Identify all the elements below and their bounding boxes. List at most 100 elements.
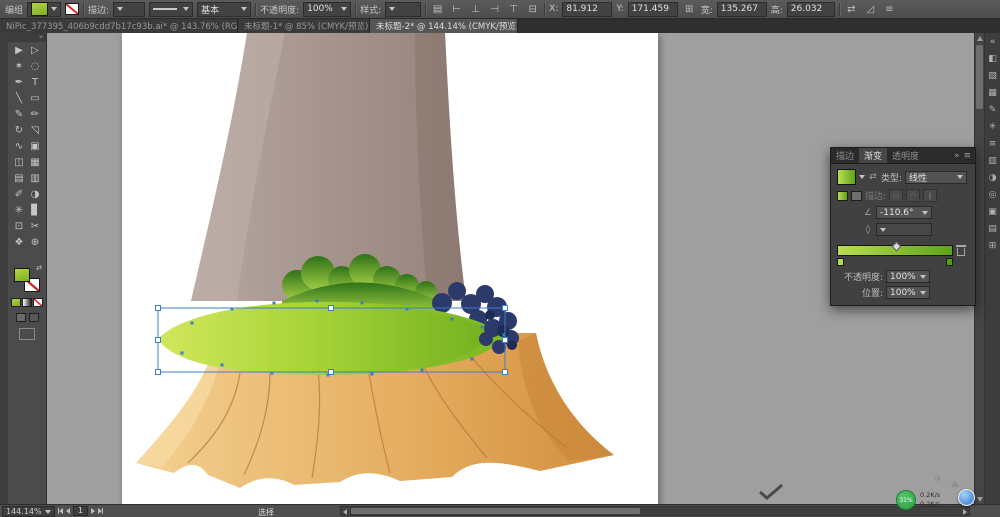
gradient-tool[interactable]: ▥	[27, 170, 43, 186]
reverse-gradient-icon[interactable]: ⇄	[868, 172, 878, 182]
brushes-panel-icon[interactable]: ✎	[989, 105, 997, 115]
line-segment-tool[interactable]: ╲	[11, 90, 27, 106]
stroke-color-swatch[interactable]	[65, 3, 80, 15]
scroll-left-icon[interactable]	[343, 509, 347, 515]
gradient-stroke-toggle[interactable]	[851, 190, 862, 201]
y-field[interactable]: 171.459	[627, 1, 678, 17]
distribute-icon[interactable]: ⊟	[525, 2, 540, 17]
previous-artboard-button[interactable]	[66, 508, 70, 514]
aspect-ratio-field[interactable]	[876, 223, 932, 236]
gradient-ramp[interactable]	[837, 241, 953, 256]
zoom-tool[interactable]: ⊕	[27, 234, 43, 250]
free-transform-tool[interactable]: ▣	[27, 138, 43, 154]
rectangle-tool[interactable]: ▭	[27, 90, 43, 106]
rotate-tool[interactable]: ↻	[11, 122, 27, 138]
document-setup-icon[interactable]: ▤	[430, 2, 445, 17]
gradient-fill-toggle[interactable]	[837, 190, 848, 201]
brush-definition-select[interactable]: 基本	[197, 1, 252, 17]
horizontal-scroll-thumb[interactable]	[351, 508, 640, 514]
align-right-icon[interactable]: ⊣	[487, 2, 502, 17]
gradient-location-field[interactable]: 100%	[886, 286, 930, 299]
paintbrush-tool[interactable]: ✎	[11, 106, 27, 122]
gradient-within-stroke-icon[interactable]: ▭	[889, 189, 904, 202]
next-artboard-button[interactable]	[91, 508, 96, 514]
artboard-number-field[interactable]: 1	[73, 506, 89, 516]
document-tab-3[interactable]: 未标题-2* @ 144.14% (CMYK/预览)×	[370, 19, 518, 33]
pencil-tool[interactable]: ✏	[27, 106, 43, 122]
gradient-type-select[interactable]: 线性	[905, 170, 968, 184]
hand-tool[interactable]: ❖	[11, 234, 27, 250]
column-graph-tool[interactable]: ▊	[27, 202, 43, 218]
scroll-up-icon[interactable]	[977, 36, 983, 41]
selection-tool[interactable]: ▶	[11, 42, 27, 58]
gradient-fill-swatch[interactable]	[837, 169, 856, 185]
last-artboard-button[interactable]	[98, 508, 104, 514]
progress-circle[interactable]: 31%	[896, 490, 916, 510]
delete-stop-icon[interactable]	[956, 245, 966, 256]
swap-fill-stroke-icon[interactable]: ⇄	[36, 264, 42, 272]
mesh-tool[interactable]: ▤	[11, 170, 27, 186]
constrain-proportions-icon[interactable]: ⊞	[682, 2, 697, 17]
pen-tool[interactable]: ✒	[11, 74, 27, 90]
magic-wand-tool[interactable]: ✶	[11, 58, 27, 74]
artboard-tool[interactable]: ⊡	[11, 218, 27, 234]
layers-panel-icon[interactable]: ▤	[988, 224, 997, 234]
align-center-icon[interactable]: ⊥	[468, 2, 483, 17]
float-ball-icon[interactable]	[958, 489, 975, 506]
fill-indicator[interactable]	[14, 268, 30, 282]
gradient-panel-icon[interactable]: ▥	[988, 156, 997, 166]
document-tab-2[interactable]: 未标题-1* @ 85% (CMYK/预览)×	[238, 19, 370, 33]
zoom-select[interactable]: 144.14%	[2, 506, 55, 517]
first-artboard-button[interactable]	[58, 508, 63, 514]
symbol-sprayer-tool[interactable]: ✳	[11, 202, 27, 218]
fill-color-swatch[interactable]	[27, 1, 62, 17]
lasso-tool[interactable]: ◌	[27, 58, 43, 74]
draw-normal-button[interactable]	[15, 313, 26, 322]
width-tool[interactable]: ∿	[11, 138, 27, 154]
gradient-along-stroke-icon[interactable]: ◠	[906, 189, 921, 202]
slice-tool[interactable]: ✂	[27, 218, 43, 234]
appearance-panel-icon[interactable]: ◎	[989, 190, 997, 200]
color-guide-panel-icon[interactable]: ▧	[988, 71, 997, 81]
swap-transform-icon[interactable]: ⇄	[844, 2, 859, 17]
gradient-stop-end[interactable]	[946, 258, 953, 266]
x-field[interactable]: 81.912	[562, 1, 613, 17]
gradient-opacity-field[interactable]: 100%	[886, 270, 930, 283]
document-tab-1[interactable]: NiPic_377395_406b9cdd7b17c93b.ai* @ 143.…	[0, 19, 238, 33]
symbols-panel-icon[interactable]: ✳	[989, 122, 997, 132]
height-field[interactable]: 26.032	[786, 1, 835, 17]
eyedropper-tool[interactable]: ✐	[11, 186, 27, 202]
gradient-angle-field[interactable]: -110.6°	[876, 206, 932, 219]
style-select[interactable]	[385, 1, 422, 17]
tools-panel-header[interactable]: »	[8, 33, 46, 42]
opacity-field[interactable]: 100%	[303, 1, 352, 17]
gradient-across-stroke-icon[interactable]: ∥	[923, 189, 938, 202]
direct-selection-tool[interactable]: ▷	[27, 42, 43, 58]
artboards-panel-icon[interactable]: ⊞	[989, 241, 997, 251]
tab-transparency[interactable]: 透明度	[887, 148, 924, 163]
collapse-panel-icon[interactable]: »	[954, 151, 960, 161]
gradient-button[interactable]	[22, 298, 32, 307]
vertical-scroll-thumb[interactable]	[976, 45, 983, 109]
expand-panels-icon[interactable]: «	[990, 37, 996, 47]
tab-gradient[interactable]: 渐变	[859, 148, 888, 163]
color-button[interactable]	[11, 298, 21, 307]
shape-builder-tool[interactable]: ◫	[11, 154, 27, 170]
transparency-panel-icon[interactable]: ◑	[989, 173, 997, 183]
horizontal-scrollbar[interactable]	[340, 506, 970, 516]
gradient-midpoint-handle[interactable]	[891, 241, 902, 252]
type-tool[interactable]: T	[27, 74, 43, 90]
blend-tool[interactable]: ◑	[27, 186, 43, 202]
shear-icon[interactable]: ◿	[863, 2, 878, 17]
scale-tool[interactable]: ◹	[27, 122, 43, 138]
color-panel-icon[interactable]: ◧	[988, 54, 997, 64]
perspective-grid-tool[interactable]: ▦	[27, 154, 43, 170]
gradient-stop-start[interactable]	[837, 258, 844, 266]
swatches-panel-icon[interactable]: ▦	[988, 88, 997, 98]
align-top-icon[interactable]: ⊤	[506, 2, 521, 17]
artboard[interactable]	[122, 33, 658, 505]
none-button[interactable]	[33, 298, 43, 307]
control-menu-icon[interactable]: ≡	[882, 2, 897, 17]
up-arrow-icon[interactable]	[951, 481, 959, 487]
width-profile-select[interactable]	[149, 1, 194, 17]
